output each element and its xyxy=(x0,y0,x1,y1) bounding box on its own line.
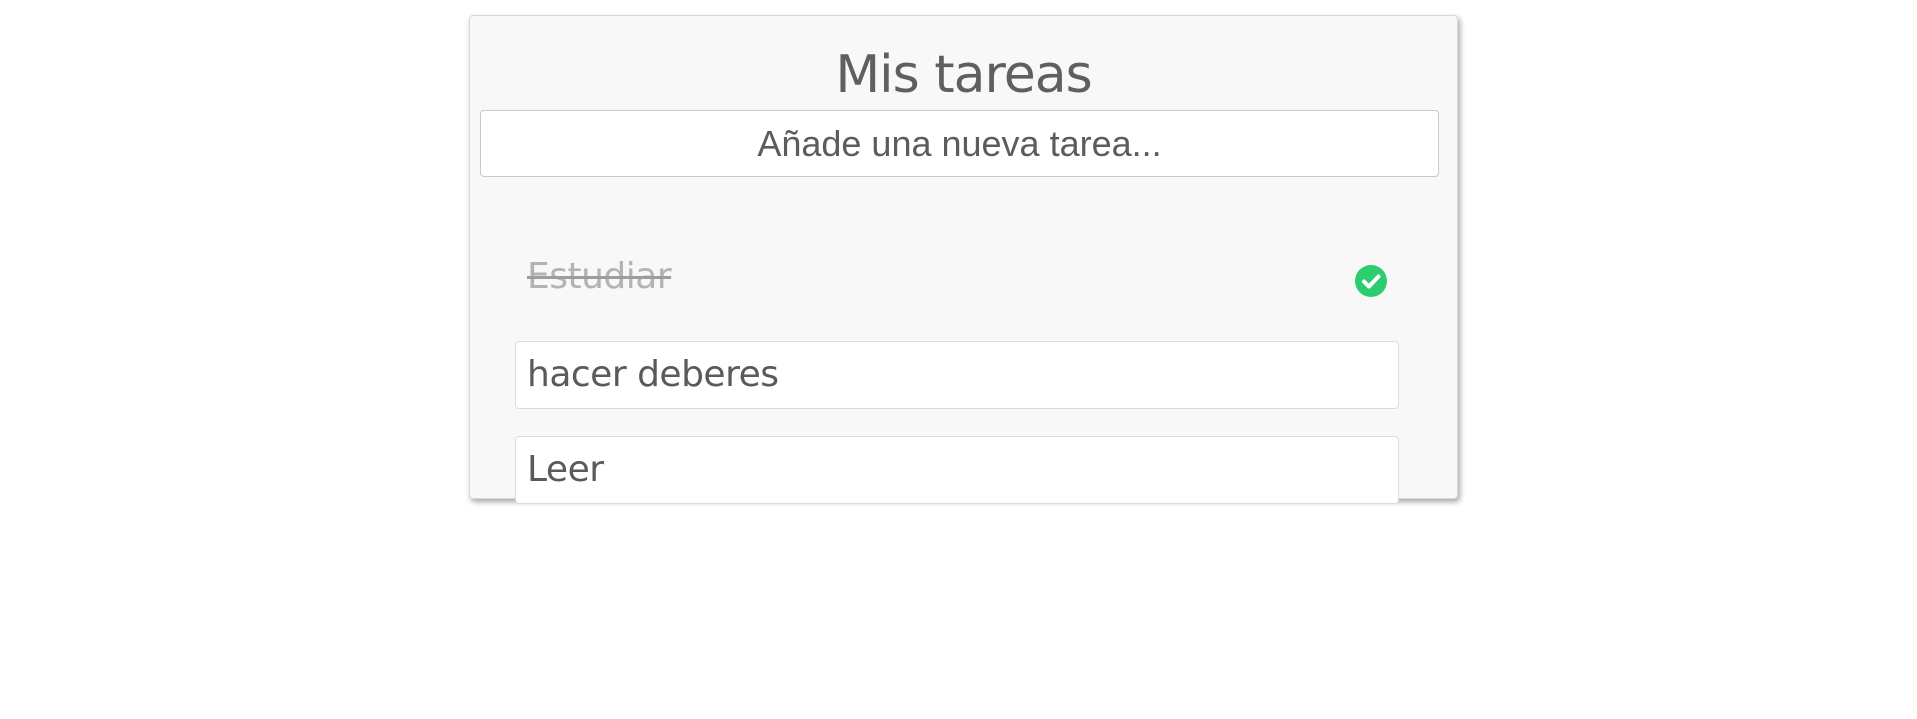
task-label: hacer deberes xyxy=(527,354,779,395)
task-item-hacer-deberes[interactable]: hacer deberes xyxy=(515,341,1399,409)
task-item-estudiar[interactable]: Estudiar xyxy=(515,246,1399,314)
task-list: Estudiar hacer deberes Leer xyxy=(515,246,1399,531)
page-title: Mis tareas xyxy=(835,45,1092,105)
task-label: Estudiar xyxy=(527,256,672,297)
new-task-input[interactable] xyxy=(480,110,1439,177)
check-circle-icon[interactable] xyxy=(1355,265,1387,297)
task-label: Leer xyxy=(527,449,604,490)
todo-card: Mis tareas Estudiar hacer deberes Leer xyxy=(469,15,1458,504)
task-item-leer[interactable]: Leer xyxy=(515,436,1399,504)
